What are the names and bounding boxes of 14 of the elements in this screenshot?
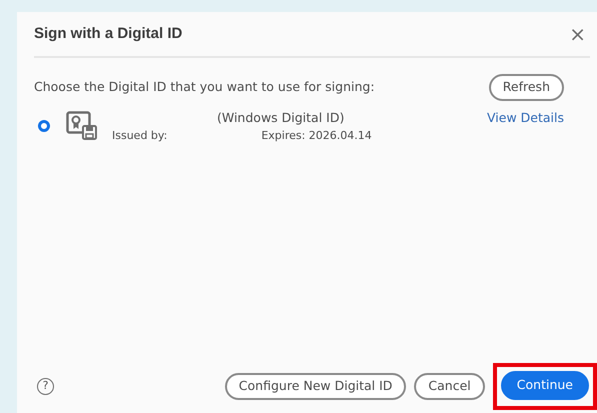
view-details-link[interactable]: View Details	[487, 108, 564, 128]
help-button[interactable]: ?	[37, 378, 54, 396]
id-type-text: (Windows Digital ID)	[217, 108, 344, 127]
issued-by-label: Issued by:	[112, 128, 168, 144]
close-button[interactable]: ×	[565, 24, 590, 44]
cancel-button[interactable]: Cancel	[414, 373, 485, 400]
refresh-button[interactable]: Refresh	[488, 74, 564, 101]
configure-button[interactable]: Configure New Digital ID	[224, 373, 406, 400]
expiry-date-text: Expires: 2026.04.14	[261, 128, 372, 144]
radio-button[interactable]	[38, 120, 50, 132]
continue-button[interactable]: Continue	[500, 371, 589, 400]
dialog-title: Sign with a Digital ID	[34, 24, 182, 44]
instruction-text: Choose the Digital ID that you want to use for signing:	[34, 78, 375, 96]
certificate-icon	[66, 111, 98, 142]
